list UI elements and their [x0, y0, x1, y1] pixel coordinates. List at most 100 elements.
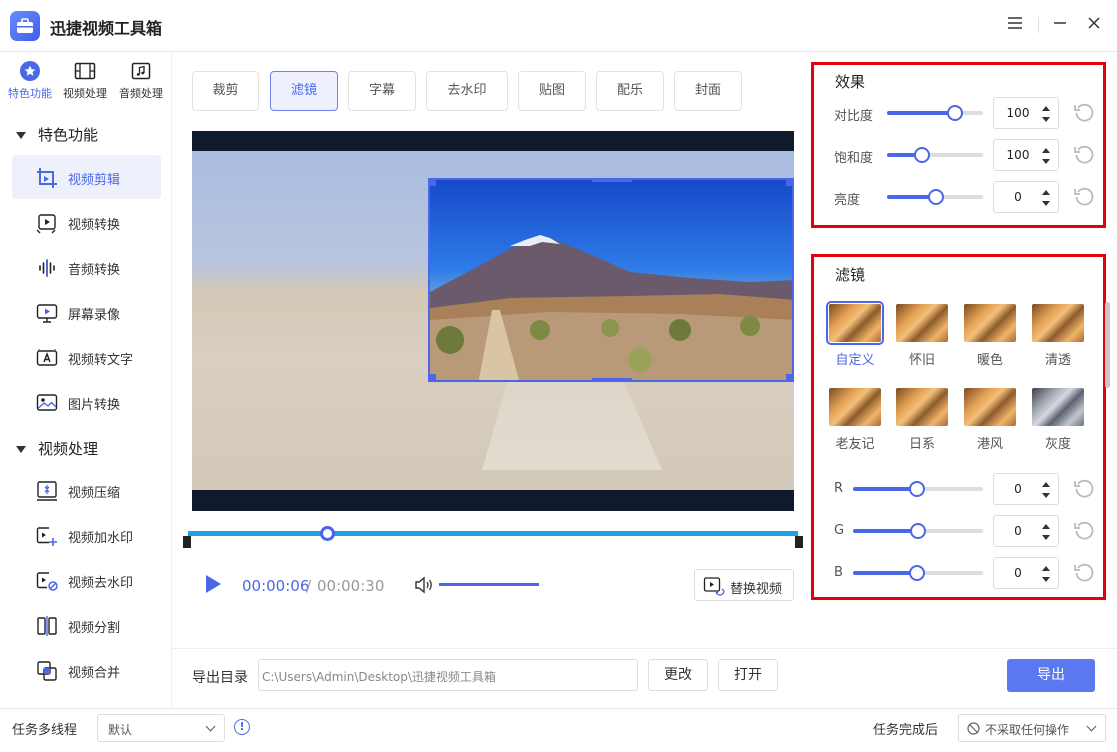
filter-thumb-warm[interactable] [964, 304, 1016, 342]
sidebar-item-video-convert[interactable]: 视频转换 [12, 200, 161, 244]
export-button[interactable]: 导出 [1007, 659, 1095, 692]
saturation-value[interactable]: 100 [994, 148, 1042, 162]
filter-label-japanese[interactable]: 日系 [892, 433, 952, 452]
crop-handle-top-right[interactable] [786, 178, 794, 186]
filter-label-warm[interactable]: 暖色 [960, 349, 1020, 368]
green-stepper[interactable]: 0 [993, 515, 1059, 547]
video-preview[interactable] [192, 131, 794, 511]
sidebar-item-screen-record[interactable]: 屏幕录像 [12, 290, 161, 334]
contrast-value[interactable]: 100 [994, 106, 1042, 120]
stepper-up-icon[interactable] [1042, 566, 1050, 571]
tab-filter[interactable]: 滤镜 [270, 71, 338, 111]
tab-subtitle[interactable]: 字幕 [348, 71, 416, 111]
contrast-reset-icon[interactable] [1073, 102, 1095, 124]
crop-handle-bottom-right[interactable] [786, 374, 794, 382]
red-slider-knob[interactable] [909, 481, 925, 497]
green-value[interactable]: 0 [994, 524, 1042, 538]
sidebar-item-image-convert[interactable]: 图片转换 [12, 380, 161, 424]
sidebar-item-video-edit[interactable]: 视频剪辑 [12, 155, 161, 199]
filter-label-grayscale[interactable]: 灰度 [1028, 433, 1088, 452]
stepper-down-icon[interactable] [1042, 117, 1050, 122]
stepper-up-icon[interactable] [1042, 106, 1050, 111]
timeline-end-marker[interactable] [795, 536, 803, 548]
filter-thumb-custom[interactable] [826, 301, 884, 345]
tab-cover[interactable]: 封面 [674, 71, 742, 111]
timeline-playhead[interactable] [320, 526, 335, 541]
green-slider-knob[interactable] [910, 523, 926, 539]
crop-handle-bottom-left[interactable] [428, 374, 436, 382]
blue-reset-icon[interactable] [1073, 562, 1095, 584]
change-directory-button[interactable]: 更改 [648, 659, 708, 691]
brightness-value[interactable]: 0 [994, 190, 1042, 204]
red-reset-icon[interactable] [1073, 478, 1095, 500]
filter-label-hongkong[interactable]: 港风 [960, 433, 1020, 452]
tab-crop[interactable]: 裁剪 [192, 71, 259, 111]
filter-label-custom[interactable]: 自定义 [825, 349, 885, 368]
contrast-slider-knob[interactable] [947, 105, 963, 121]
green-reset-icon[interactable] [1073, 520, 1095, 542]
filter-label-clear[interactable]: 清透 [1028, 349, 1088, 368]
category-tab-audio[interactable]: 音频处理 [113, 60, 169, 101]
contrast-stepper[interactable]: 100 [993, 97, 1059, 129]
brightness-reset-icon[interactable] [1073, 186, 1095, 208]
filters-scrollbar[interactable] [1105, 302, 1110, 388]
export-path-input[interactable]: C:\Users\Admin\Desktop\迅捷视频工具箱 [258, 659, 638, 691]
blue-slider-knob[interactable] [909, 565, 925, 581]
sidebar-item-video-to-text[interactable]: 视频转文字 [12, 335, 161, 379]
tab-sticker[interactable]: 贴图 [518, 71, 586, 111]
sidebar-item-add-watermark[interactable]: 视频加水印 [12, 513, 161, 557]
stepper-up-icon[interactable] [1042, 190, 1050, 195]
menu-icon[interactable] [1004, 14, 1026, 36]
filter-label-nostalgia[interactable]: 怀旧 [892, 349, 952, 368]
stepper-up-icon[interactable] [1042, 482, 1050, 487]
brightness-slider-knob[interactable] [928, 189, 944, 205]
replace-video-button[interactable]: 替换视频 [694, 569, 794, 601]
tab-music[interactable]: 配乐 [596, 71, 664, 111]
filter-thumb-nostalgia[interactable] [896, 304, 948, 342]
minimize-icon[interactable] [1049, 14, 1071, 36]
filter-thumb-friends[interactable] [829, 388, 881, 426]
category-tab-feature[interactable]: 特色功能 [2, 60, 58, 101]
stepper-up-icon[interactable] [1042, 148, 1050, 153]
filter-thumb-japanese[interactable] [896, 388, 948, 426]
filter-thumb-hongkong[interactable] [964, 388, 1016, 426]
sidebar-item-video-split[interactable]: 视频分割 [12, 603, 161, 647]
sidebar-item-video-compress[interactable]: 视频压缩 [12, 468, 161, 512]
volume-slider[interactable] [439, 583, 539, 586]
filter-label-friends[interactable]: 老友记 [825, 433, 885, 452]
open-directory-button[interactable]: 打开 [718, 659, 778, 691]
timeline-progress-track[interactable] [188, 531, 798, 536]
blue-value[interactable]: 0 [994, 566, 1042, 580]
sidebar-item-video-merge[interactable]: 视频合并 [12, 648, 161, 692]
volume-icon[interactable] [414, 576, 434, 594]
crop-handle-top[interactable] [592, 178, 632, 182]
blue-stepper[interactable]: 0 [993, 557, 1059, 589]
red-stepper[interactable]: 0 [993, 473, 1059, 505]
filter-thumb-grayscale[interactable] [1032, 388, 1084, 426]
stepper-down-icon[interactable] [1042, 577, 1050, 582]
stepper-up-icon[interactable] [1042, 524, 1050, 529]
multithread-select[interactable]: 默认 [97, 714, 225, 742]
crop-handle-top-left[interactable] [428, 178, 436, 186]
category-tab-video[interactable]: 视频处理 [57, 60, 113, 101]
saturation-stepper[interactable]: 100 [993, 139, 1059, 171]
close-icon[interactable] [1083, 14, 1105, 36]
tab-remove-watermark[interactable]: 去水印 [426, 71, 508, 111]
sidebar-item-remove-watermark[interactable]: 视频去水印 [12, 558, 161, 602]
after-task-select[interactable]: 不采取任何操作 [958, 714, 1106, 742]
red-value[interactable]: 0 [994, 482, 1042, 496]
section-video-toggle[interactable]: 视频处理 [16, 438, 98, 459]
stepper-down-icon[interactable] [1042, 201, 1050, 206]
sidebar-item-audio-convert[interactable]: 音频转换 [12, 245, 161, 289]
filter-thumb-clear[interactable] [1032, 304, 1084, 342]
stepper-down-icon[interactable] [1042, 535, 1050, 540]
saturation-reset-icon[interactable] [1073, 144, 1095, 166]
section-feature-toggle[interactable]: 特色功能 [16, 124, 98, 145]
crop-selection-box[interactable] [428, 178, 794, 382]
stepper-down-icon[interactable] [1042, 159, 1050, 164]
brightness-stepper[interactable]: 0 [993, 181, 1059, 213]
timeline-start-marker[interactable] [183, 536, 191, 548]
info-icon[interactable]: ! [234, 719, 250, 735]
stepper-down-icon[interactable] [1042, 493, 1050, 498]
crop-handle-bottom[interactable] [592, 378, 632, 382]
